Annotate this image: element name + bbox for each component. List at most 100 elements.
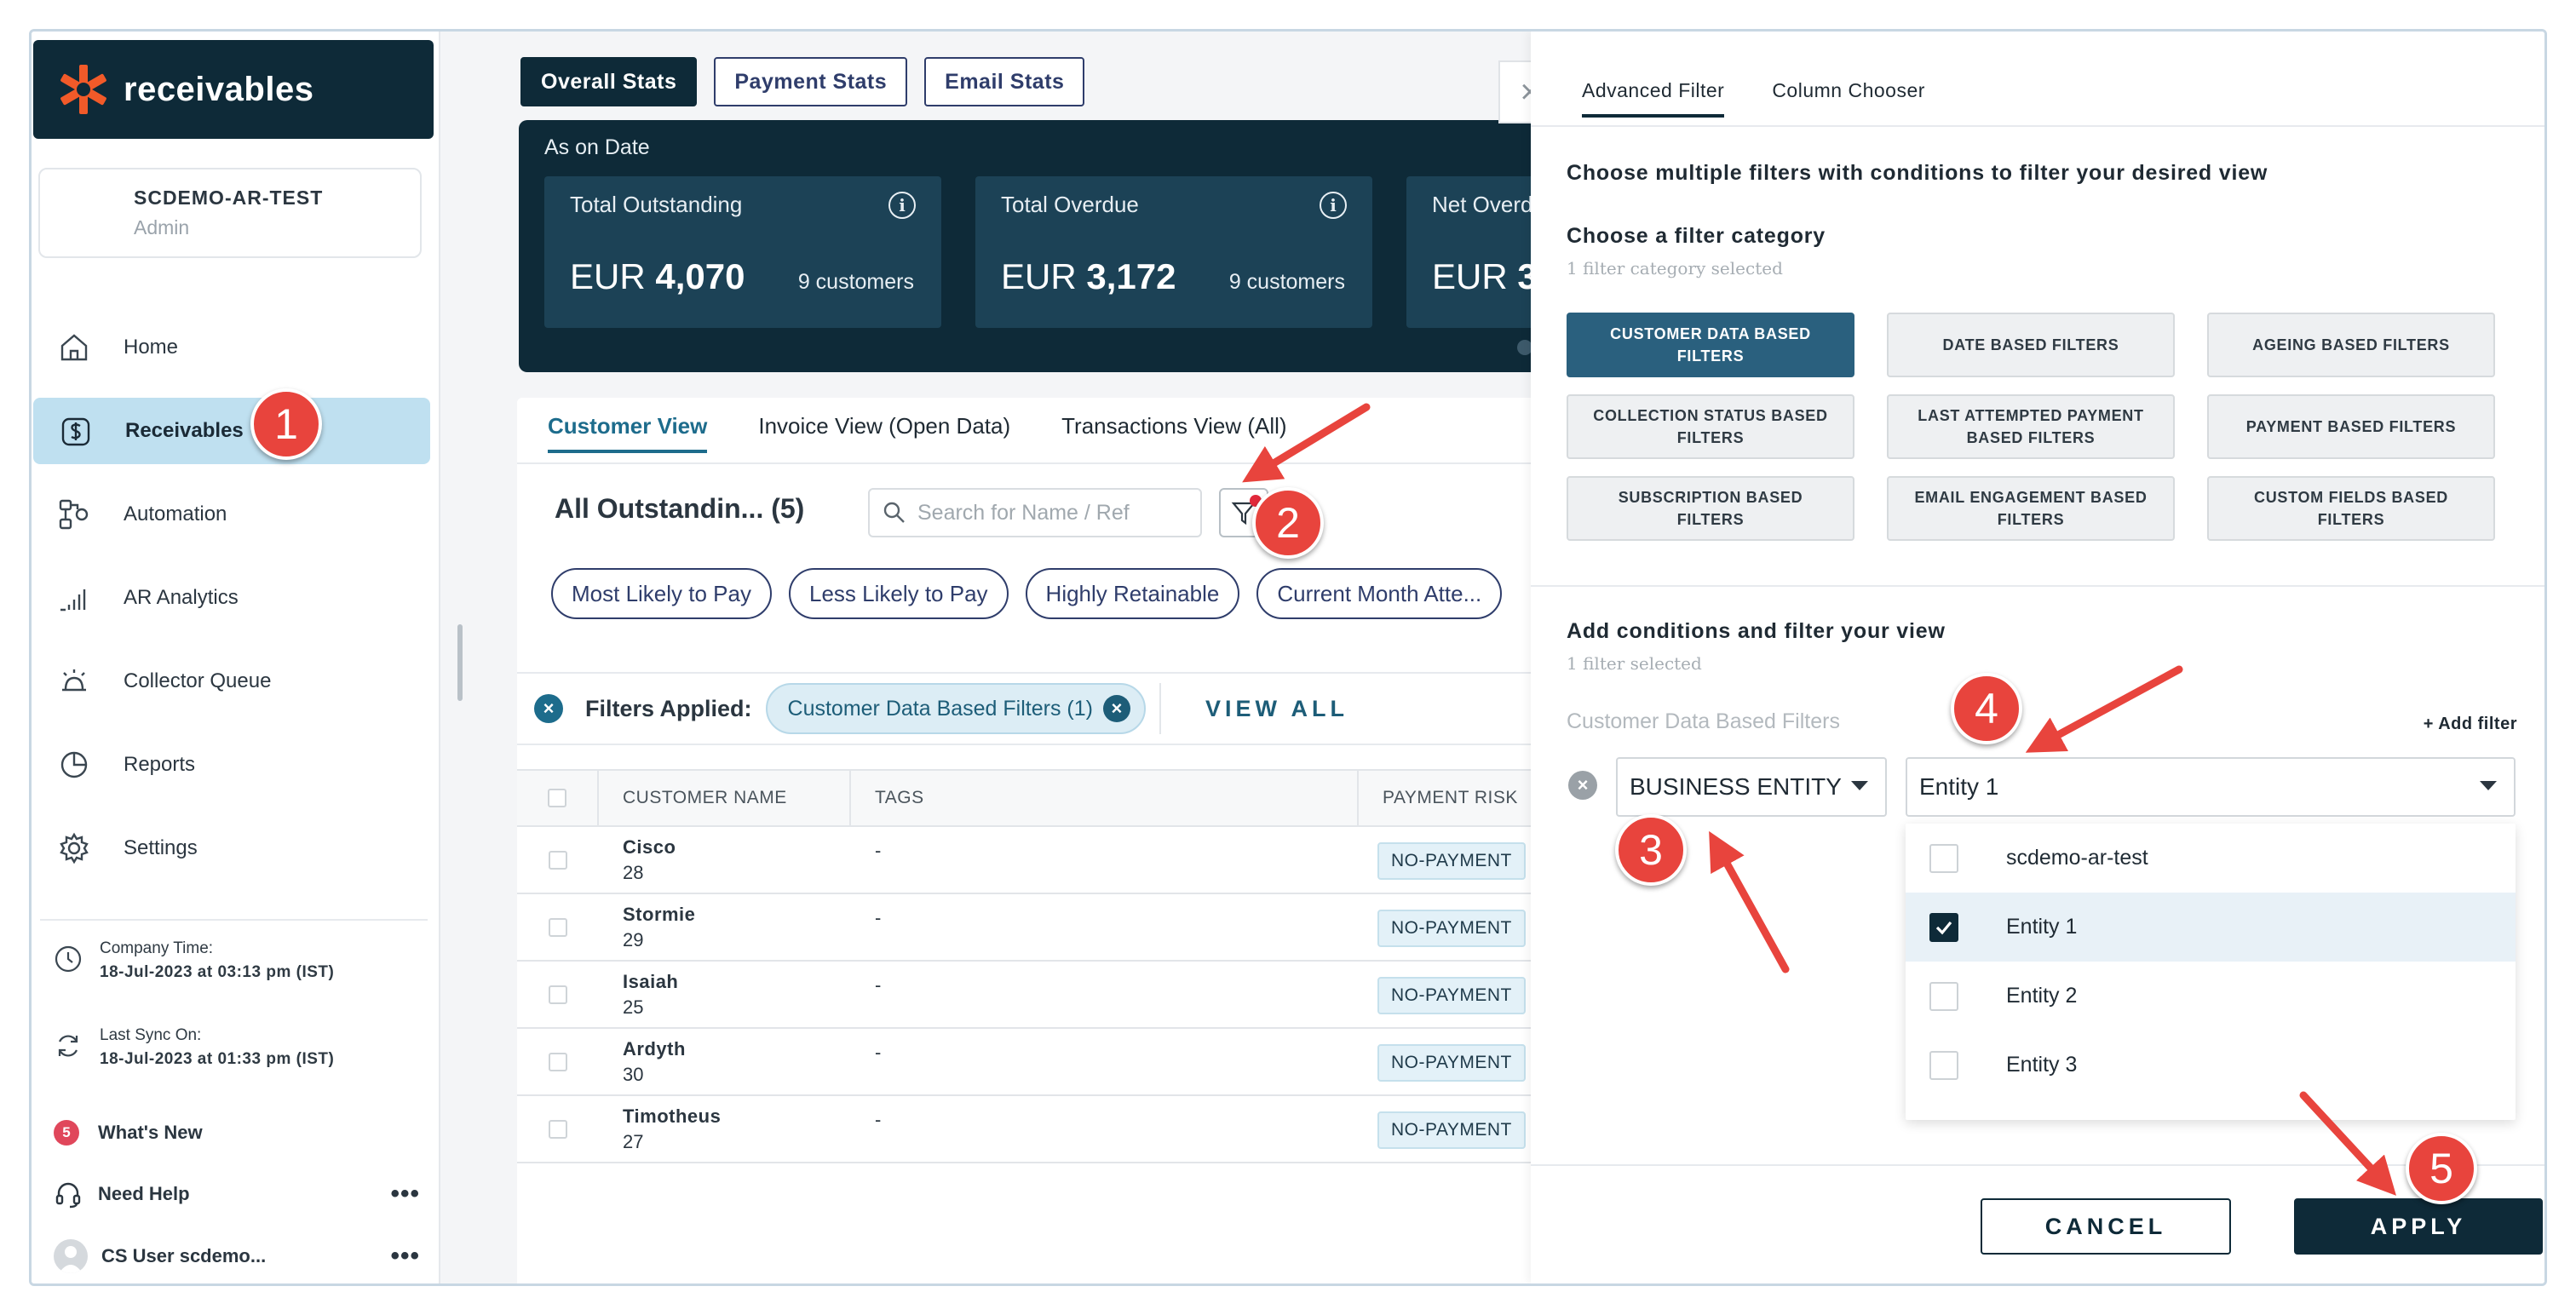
sidebar-item-collector-queue[interactable]: Collector Queue (32, 648, 432, 715)
category-custom-fields[interactable]: CUSTOM FIELDS BASED FILTERS (2207, 476, 2495, 541)
stat-title: Total Outstanding (570, 192, 743, 217)
column-payment-risk[interactable]: PAYMENT RISK (1359, 771, 1518, 825)
sidebar-item-settings[interactable]: Settings (32, 815, 432, 881)
cancel-button[interactable]: CANCEL (1981, 1198, 2231, 1255)
option-scdemo-ar-test[interactable]: scdemo-ar-test (1906, 824, 2516, 893)
stat-amount: EUR 3,172 (1001, 256, 1176, 297)
customer-cell: Stormie 29 (599, 904, 851, 951)
tab-invoice-view[interactable]: Invoice View (Open Data) (758, 413, 1010, 453)
sidebar-item-receivables[interactable]: Receivables (33, 398, 430, 464)
sidebar-item-home[interactable]: Home (32, 314, 432, 381)
stats-panel: As on Date Total Outstanding i EUR 4,070… (519, 120, 1803, 372)
table-row[interactable]: Stormie 29 - NO-PAYMENT (517, 894, 1567, 962)
category-date[interactable]: DATE BASED FILTERS (1887, 313, 2175, 377)
customer-name[interactable]: Cisco (623, 836, 851, 858)
table-row[interactable]: Cisco 28 - NO-PAYMENT (517, 827, 1567, 894)
whats-new[interactable]: 5 What's New (54, 1120, 420, 1146)
option-entity-2[interactable]: Entity 2 (1906, 962, 2516, 1031)
list-title[interactable]: All Outstandin... (5) (555, 493, 804, 525)
apply-button[interactable]: APPLY (2294, 1198, 2543, 1255)
category-customer-data[interactable]: CUSTOMER DATA BASED FILTERS (1567, 313, 1854, 377)
info-icon[interactable]: i (1320, 192, 1347, 219)
divider (1159, 683, 1161, 734)
table-header: CUSTOMER NAME TAGS PAYMENT RISK (517, 769, 1567, 827)
field-select[interactable]: BUSINESS ENTITY (1616, 757, 1887, 817)
sidebar-resize-handle[interactable] (457, 624, 463, 701)
customer-cell: Cisco 28 (599, 836, 851, 884)
row-checkbox[interactable] (549, 850, 567, 870)
sidebar-item-ar-analytics[interactable]: AR Analytics (32, 565, 432, 631)
table-row[interactable]: Timotheus 27 - NO-PAYMENT (517, 1096, 1567, 1163)
category-collection-status[interactable]: COLLECTION STATUS BASED FILTERS (1567, 394, 1854, 459)
category-payment[interactable]: PAYMENT BASED FILTERS (2207, 394, 2495, 459)
chip-most-likely-to-pay[interactable]: Most Likely to Pay (551, 568, 772, 619)
sync-icon[interactable] (54, 1031, 83, 1060)
applied-filter-chip[interactable]: Customer Data Based Filters (1) × (765, 683, 1146, 734)
chip-less-likely-to-pay[interactable]: Less Likely to Pay (788, 568, 1009, 619)
table-row[interactable]: Isaiah 25 - NO-PAYMENT (517, 962, 1567, 1029)
remove-filter-icon[interactable]: × (1102, 695, 1130, 722)
option-checkbox-checked[interactable] (1929, 912, 1958, 942)
column-tags[interactable]: TAGS (851, 771, 1359, 825)
row-checkbox[interactable] (549, 1119, 567, 1139)
stat-currency: EUR (1001, 256, 1077, 296)
tab-transactions-view[interactable]: Transactions View (All) (1061, 413, 1286, 453)
customer-name[interactable]: Timotheus (623, 1105, 851, 1128)
customer-name[interactable]: Isaiah (623, 971, 851, 993)
brand-header[interactable]: receivables (33, 40, 434, 139)
help-more-icon[interactable]: ••• (390, 1180, 420, 1209)
payment-risk-badge: NO-PAYMENT (1377, 1044, 1526, 1082)
option-checkbox[interactable] (1929, 981, 1958, 1011)
sidebar: receivables SCDEMO-AR-TEST Admin Home Re… (32, 32, 440, 1283)
chevron-down-icon (1851, 781, 1868, 790)
entity-select[interactable]: Entity 1 (1906, 757, 2516, 817)
chip-highly-retainable[interactable]: Highly Retainable (1025, 568, 1240, 619)
option-entity-3[interactable]: Entity 3 (1906, 1031, 2516, 1100)
dollar-icon (59, 414, 93, 448)
row-checkbox[interactable] (549, 985, 567, 1004)
tab-advanced-filter[interactable]: Advanced Filter (1582, 79, 1725, 118)
category-subscription[interactable]: SUBSCRIPTION BASED FILTERS (1567, 476, 1854, 541)
user-menu[interactable]: CS User scdemo... ••• (54, 1239, 420, 1273)
row-checkbox[interactable] (549, 917, 567, 937)
table-row[interactable]: Ardyth 30 - NO-PAYMENT (517, 1029, 1567, 1096)
tab-customer-view[interactable]: Customer View (548, 413, 708, 453)
stat-card-total-overdue: Total Overdue i EUR 3,172 9 customers (975, 176, 1372, 328)
option-checkbox[interactable] (1929, 1050, 1958, 1080)
drawer-section-divider (1531, 585, 2544, 587)
customer-days: 28 (623, 861, 644, 883)
conditions-subtext: 1 filter selected (1567, 653, 1702, 674)
stat-amount: EUR 3 (1432, 256, 1538, 297)
org-card[interactable]: SCDEMO-AR-TEST Admin (38, 168, 422, 258)
search-input[interactable] (917, 500, 1190, 525)
category-ageing[interactable]: AGEING BASED FILTERS (2207, 313, 2495, 377)
customer-name[interactable]: Ardyth (623, 1038, 851, 1060)
view-all-link[interactable]: VIEW ALL (1205, 696, 1348, 722)
column-customer-name[interactable]: CUSTOMER NAME (599, 771, 851, 825)
sidebar-item-label: Receivables (125, 419, 244, 442)
user-more-icon[interactable]: ••• (390, 1242, 420, 1271)
chip-current-month[interactable]: Current Month Atte... (1256, 568, 1503, 619)
tab-overall-stats[interactable]: Overall Stats (520, 57, 698, 106)
row-checkbox[interactable] (549, 1052, 567, 1071)
category-last-attempted-payment[interactable]: LAST ATTEMPTED PAYMENT BASED FILTERS (1887, 394, 2175, 459)
option-entity-1[interactable]: Entity 1 (1906, 893, 2516, 962)
add-filter-link[interactable]: + Add filter (2424, 715, 2517, 734)
customer-days: 25 (623, 996, 644, 1018)
sidebar-item-automation[interactable]: Automation (32, 481, 432, 548)
analytics-icon (57, 581, 91, 615)
tab-email-stats[interactable]: Email Stats (924, 57, 1085, 106)
company-time-value: 18-Jul-2023 at 03:13 pm (IST) (100, 963, 335, 981)
tab-column-chooser[interactable]: Column Chooser (1772, 79, 1925, 118)
sidebar-item-reports[interactable]: Reports (32, 732, 432, 798)
tab-payment-stats[interactable]: Payment Stats (714, 57, 908, 106)
category-email-engagement[interactable]: EMAIL ENGAGEMENT BASED FILTERS (1887, 476, 2175, 541)
clear-filters-icon[interactable]: × (534, 694, 563, 723)
remove-condition-icon[interactable]: × (1568, 771, 1597, 800)
option-checkbox[interactable] (1929, 843, 1958, 873)
step-badge-3: 3 (1615, 814, 1687, 886)
need-help[interactable]: Need Help ••• (54, 1180, 420, 1209)
customer-name[interactable]: Stormie (623, 904, 851, 926)
info-icon[interactable]: i (888, 192, 916, 219)
select-all-checkbox[interactable] (548, 789, 566, 807)
